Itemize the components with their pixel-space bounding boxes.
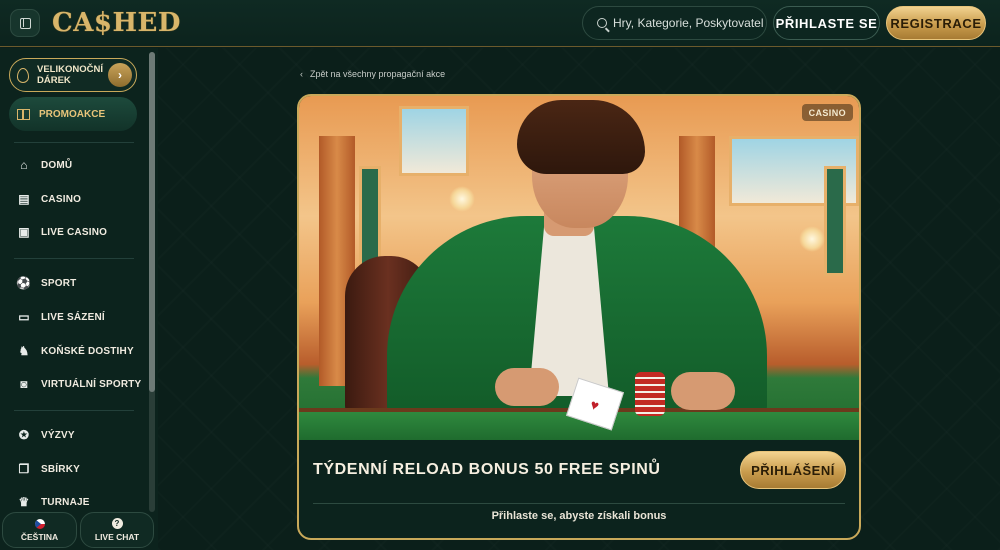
sidebar-item-tournaments[interactable]: ♛ TURNAJE	[17, 492, 90, 512]
live-chat-label: LIVE CHAT	[94, 532, 140, 542]
sidebar-item-label: CASINO	[41, 193, 82, 205]
soccer-ball-icon: ⚽	[16, 276, 32, 290]
sidebar-item-label: TURNAJE	[41, 496, 90, 508]
person-hair	[517, 100, 645, 174]
scrollbar-thumb[interactable]	[149, 52, 155, 392]
promotion-title: TÝDENNÍ RELOAD BONUS 50 FREE SPINŮ	[313, 461, 661, 478]
easter-gift-label: VELIKONOČNÍ DÁREK	[37, 64, 103, 86]
register-button[interactable]: REGISTRACE	[886, 6, 986, 40]
category-badge: CASINO	[801, 104, 853, 121]
poker-chips	[635, 372, 665, 416]
sidebar-item-horse-racing[interactable]: ♞ KOŇSKÉ DOSTIHY	[17, 341, 134, 361]
search-icon	[597, 18, 607, 28]
cards-icon: ▣	[18, 225, 30, 239]
home-icon: ⌂	[20, 158, 28, 172]
trophy-icon: ♛	[18, 495, 30, 509]
sidebar-divider	[14, 258, 134, 259]
back-link-label: Zpět na všechny propagační akce	[310, 69, 446, 79]
background-panel	[824, 166, 846, 276]
person-hand	[671, 372, 735, 410]
promotion-card: ♥ CASINO TÝDENNÍ RELOAD BONUS 50 FREE SP…	[297, 94, 861, 540]
login-button[interactable]: PŘIHLASTE SE	[773, 6, 880, 40]
search-bar[interactable]	[582, 6, 767, 40]
sidebar-item-home[interactable]: ⌂ DOMŮ	[17, 155, 72, 175]
czech-flag-icon	[34, 518, 45, 529]
sidebar-item-label: KOŇSKÉ DOSTIHY	[41, 345, 134, 357]
chandelier	[799, 226, 825, 252]
sidebar-item-sport[interactable]: ⚽ SPORT	[16, 273, 77, 293]
collection-icon: ❐	[18, 462, 30, 476]
language-selector[interactable]: ČEŠTINA	[2, 512, 77, 548]
chevron-right-icon[interactable]: ›	[108, 63, 132, 87]
help-icon: ?	[111, 518, 123, 529]
sidebar-item-label: LIVE SÁZENÍ	[41, 311, 105, 323]
sidebar-item-live-betting[interactable]: ▭ LIVE SÁZENÍ	[17, 307, 105, 327]
easter-gift-promo[interactable]: VELIKONOČNÍ DÁREK ›	[9, 58, 137, 92]
sidebar-item-label: DOMŮ	[41, 159, 73, 171]
sidebar-item-challenges[interactable]: ✪ VÝZVY	[17, 425, 75, 445]
chevron-left-icon: ‹	[300, 69, 303, 79]
virtual-sports-icon: ◙	[20, 377, 28, 391]
sidebar-item-promotions[interactable]: PROMOAKCE	[9, 97, 137, 131]
live-icon: ▭	[18, 310, 30, 324]
sidebar-item-label: LIVE CASINO	[41, 226, 108, 238]
sidebar-item-label: PROMOAKCE	[39, 108, 106, 120]
top-header: CA$HED PŘIHLASTE SE REGISTRACE	[0, 0, 1000, 47]
background-window	[399, 106, 469, 176]
search-input[interactable]	[613, 16, 763, 30]
sidebar-item-collections[interactable]: ❐ SBÍRKY	[17, 459, 80, 479]
sidebar-item-label: VÝZVY	[41, 429, 75, 441]
sidebar-scrollbar[interactable]	[149, 52, 155, 512]
sidebar-item-virtual-sports[interactable]: ◙ VIRTUÁLNÍ SPORTY	[17, 374, 141, 394]
back-link[interactable]: ‹ Zpět na všechny propagační akce	[300, 69, 445, 79]
slot-machine-icon: ▤	[18, 192, 30, 206]
card-login-button[interactable]: PŘIHLÁŠENÍ	[740, 451, 846, 489]
site-logo[interactable]: CA$HED	[52, 8, 181, 38]
language-label: ČEŠTINA	[20, 531, 59, 542]
egg-icon	[17, 67, 29, 83]
sidebar-item-label: SPORT	[41, 277, 77, 289]
promotion-subtitle: Přihlaste se, abyste získali bonus	[491, 510, 667, 522]
gift-icon	[17, 108, 30, 120]
live-chat-button[interactable]: ? LIVE CHAT	[80, 512, 154, 548]
sidebar-divider	[14, 410, 134, 411]
sidebar-item-live-casino[interactable]: ▣ LIVE CASINO	[17, 222, 107, 242]
card-divider	[313, 503, 845, 504]
person-hand	[495, 368, 559, 406]
sidebar-divider	[14, 142, 134, 143]
medal-icon: ✪	[18, 428, 30, 442]
sidebar-item-casino[interactable]: ▤ CASINO	[17, 189, 81, 209]
sidebar-item-label: VIRTUÁLNÍ SPORTY	[41, 378, 142, 390]
horse-icon: ♞	[18, 344, 30, 358]
promotion-image: ♥ CASINO	[299, 96, 859, 440]
sidebar-item-label: SBÍRKY	[41, 463, 80, 475]
chandelier	[449, 186, 475, 212]
sidebar-toggle-button[interactable]	[10, 9, 40, 37]
sidebar-icon	[19, 17, 31, 29]
